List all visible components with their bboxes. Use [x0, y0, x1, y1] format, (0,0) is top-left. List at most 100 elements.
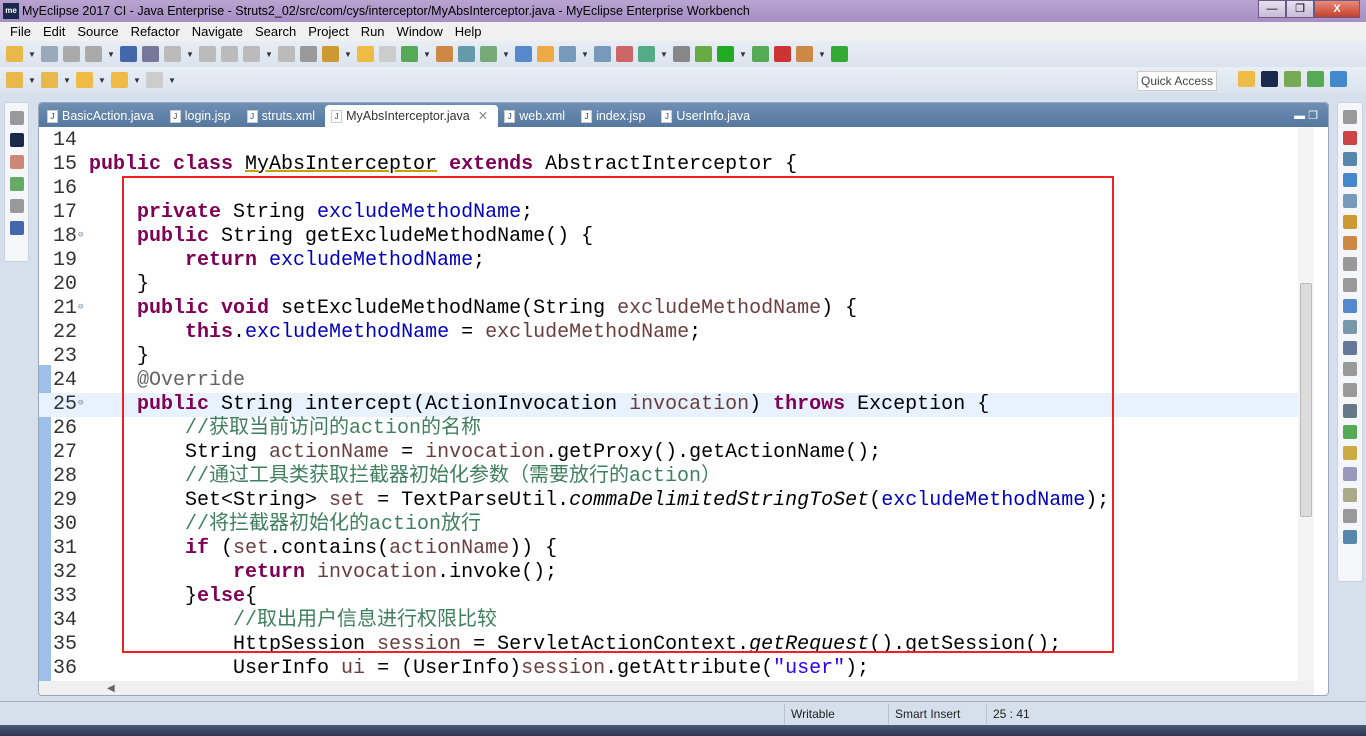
dropdown-arrow-icon[interactable]: ▼ — [28, 76, 36, 85]
toolbar-button-icon[interactable] — [357, 46, 374, 62]
toolbar-button-icon[interactable] — [322, 46, 339, 62]
view-icon[interactable] — [1343, 425, 1357, 439]
perspective-icon[interactable] — [1307, 71, 1324, 87]
view-icon[interactable] — [1343, 299, 1357, 313]
view-icon[interactable] — [1343, 320, 1357, 334]
dropdown-arrow-icon[interactable]: ▼ — [818, 50, 826, 59]
vertical-scrollbar[interactable] — [1298, 127, 1314, 681]
toolbar-button-icon[interactable] — [300, 46, 317, 62]
view-icon[interactable] — [1343, 152, 1357, 166]
tab-struts-xml[interactable]: Jstruts.xml — [241, 105, 325, 127]
restore-button[interactable]: ❐ — [1286, 0, 1314, 18]
menu-search[interactable]: Search — [249, 22, 302, 41]
horizontal-scrollbar[interactable]: ◀ — [39, 681, 1314, 695]
toolbar-button-icon[interactable] — [63, 46, 80, 62]
menu-run[interactable]: Run — [355, 22, 391, 41]
menu-help[interactable]: Help — [449, 22, 488, 41]
perspective-icon[interactable] — [1284, 71, 1301, 87]
view-icon[interactable] — [1343, 236, 1357, 250]
toolbar-button-icon[interactable] — [515, 46, 532, 62]
dropdown-arrow-icon[interactable]: ▼ — [423, 50, 431, 59]
toolbar-button-icon[interactable] — [6, 46, 23, 62]
tab-web-xml[interactable]: Jweb.xml — [498, 105, 575, 127]
view-icon[interactable] — [1343, 530, 1357, 544]
toolbar-button-icon[interactable] — [458, 46, 475, 62]
tab-userinfo-java[interactable]: J UserInfo.java — [655, 105, 760, 127]
nav-button-icon[interactable] — [6, 72, 23, 88]
nav-button-icon[interactable] — [76, 72, 93, 88]
editor-minimize-maximize-icons[interactable]: ▬ ❐ — [1294, 105, 1328, 127]
view-icon[interactable] — [1343, 362, 1357, 376]
view-icon[interactable] — [1343, 341, 1357, 355]
toolbar-button-icon[interactable] — [436, 46, 453, 62]
minimize-button[interactable]: — — [1258, 0, 1286, 18]
menu-refactor[interactable]: Refactor — [125, 22, 186, 41]
toolbar-button-icon[interactable] — [616, 46, 633, 62]
dropdown-arrow-icon[interactable]: ▼ — [186, 50, 194, 59]
quick-access-input[interactable]: Quick Access — [1137, 71, 1217, 91]
dropdown-arrow-icon[interactable]: ▼ — [28, 50, 36, 59]
dropdown-arrow-icon[interactable]: ▼ — [265, 50, 273, 59]
toolbar-button-icon[interactable] — [673, 46, 690, 62]
view-icon[interactable] — [1343, 173, 1357, 187]
dropdown-arrow-icon[interactable]: ▼ — [739, 50, 747, 59]
view-icon[interactable] — [1343, 467, 1357, 481]
perspective-icon[interactable] — [1261, 71, 1278, 87]
menu-window[interactable]: Window — [391, 22, 449, 41]
toolbar-button-icon[interactable] — [594, 46, 611, 62]
dropdown-arrow-icon[interactable]: ▼ — [581, 50, 589, 59]
scroll-thumb[interactable] — [1300, 283, 1312, 517]
myeclipse-explorer-icon[interactable] — [9, 133, 24, 147]
toolbar-button-icon[interactable] — [695, 46, 712, 62]
menu-source[interactable]: Source — [71, 22, 124, 41]
toolbar-button-icon[interactable] — [243, 46, 260, 62]
toolbar-button-icon[interactable] — [401, 46, 418, 62]
toolbar-button-icon[interactable] — [480, 46, 497, 62]
fold-toggle-icon[interactable]: ⊖ — [78, 295, 83, 319]
dropdown-arrow-icon[interactable]: ▼ — [63, 76, 71, 85]
toolbar-button-icon[interactable] — [559, 46, 576, 62]
view-icon[interactable] — [1343, 509, 1357, 523]
perspective-icon[interactable] — [1330, 71, 1347, 87]
menu-navigate[interactable]: Navigate — [186, 22, 249, 41]
dropdown-arrow-icon[interactable]: ▼ — [344, 50, 352, 59]
image-preview-icon[interactable] — [9, 221, 24, 235]
toolbar-button-icon[interactable] — [278, 46, 295, 62]
view-icon[interactable] — [1343, 278, 1357, 292]
tab-login-jsp[interactable]: Jlogin.jsp — [164, 105, 241, 127]
nav-button-icon[interactable] — [146, 72, 163, 88]
toolbar-button-icon[interactable] — [85, 46, 102, 62]
scroll-left-icon[interactable]: ◀ — [107, 683, 115, 694]
toolbar-button-icon[interactable] — [774, 46, 791, 62]
nav-button-icon[interactable] — [41, 72, 58, 88]
view-icon[interactable] — [1343, 110, 1357, 124]
dropdown-arrow-icon[interactable]: ▼ — [168, 76, 176, 85]
view-icon[interactable] — [1343, 257, 1357, 271]
close-button[interactable]: X — [1314, 0, 1360, 18]
toolbar-button-icon[interactable] — [142, 46, 159, 62]
toolbar-button-icon[interactable] — [717, 46, 734, 62]
dropdown-arrow-icon[interactable]: ▼ — [107, 50, 115, 59]
view-icon[interactable] — [1343, 383, 1357, 397]
tab-basicaction-java[interactable]: J BasicAction.java — [41, 105, 164, 127]
dropdown-arrow-icon[interactable]: ▼ — [98, 76, 106, 85]
fold-toggle-icon[interactable]: ⊖ — [78, 223, 83, 247]
dropdown-arrow-icon[interactable]: ▼ — [133, 76, 141, 85]
toolbar-button-icon[interactable] — [199, 46, 216, 62]
toolbar-button-icon[interactable] — [41, 46, 58, 62]
fold-toggle-icon[interactable]: ⊖ — [78, 391, 83, 415]
toolbar-button-icon[interactable] — [221, 46, 238, 62]
toolbar-button-icon[interactable] — [638, 46, 655, 62]
close-tab-icon[interactable]: ✕ — [478, 105, 488, 127]
view-icon[interactable] — [1343, 131, 1357, 145]
hierarchy-icon[interactable] — [9, 155, 24, 169]
perspective-icon[interactable] — [1238, 71, 1255, 87]
toolbar-button-icon[interactable] — [796, 46, 813, 62]
toolbar-button-icon[interactable] — [164, 46, 181, 62]
restore-icon[interactable] — [9, 199, 24, 213]
menu-file[interactable]: File — [4, 22, 37, 41]
toolbar-button-icon[interactable] — [379, 46, 396, 62]
view-icon[interactable] — [1343, 404, 1357, 418]
view-icon[interactable] — [1343, 194, 1357, 208]
toolbar-button-icon[interactable] — [752, 46, 769, 62]
